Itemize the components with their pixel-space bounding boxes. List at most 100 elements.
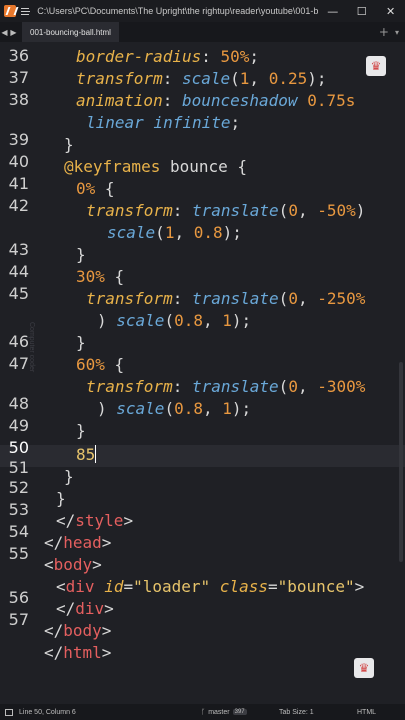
code-token: , xyxy=(202,311,223,330)
code-token: ); xyxy=(231,311,252,330)
code-token: ( xyxy=(164,399,175,418)
tab-active-file[interactable]: 001-bouncing-ball.html xyxy=(22,22,119,42)
code-token: html xyxy=(63,643,102,662)
code-token: , xyxy=(174,223,194,242)
code-line: ) scale(0.8, 1); xyxy=(97,311,251,331)
new-tab-icon[interactable]: + xyxy=(379,25,389,39)
code-token: { xyxy=(104,355,125,374)
code-token: translate xyxy=(191,201,279,220)
vertical-scrollbar[interactable] xyxy=(399,362,403,562)
code-token: ); xyxy=(231,399,252,418)
code-token: { xyxy=(95,179,115,198)
code-token: > xyxy=(123,511,134,530)
code-token: 1 xyxy=(239,69,250,88)
syntax-selector[interactable]: HTML xyxy=(357,709,397,716)
code-token: 30% xyxy=(76,267,105,286)
line-number: 56 xyxy=(8,588,29,607)
code-token: scale xyxy=(181,69,231,88)
code-line: <div id="loader" class="bounce"> xyxy=(56,577,364,597)
line-number: 50 xyxy=(8,438,29,457)
line-number: 43 xyxy=(8,240,29,259)
code-token: ) xyxy=(97,399,117,418)
code-token: @keyframes xyxy=(64,157,161,176)
code-token: > xyxy=(101,643,112,662)
code-line: 30% { xyxy=(76,267,124,287)
line-number: 57 xyxy=(8,610,29,629)
code-token: 1 xyxy=(222,311,232,330)
code-token: animation xyxy=(76,91,163,110)
code-token: ( xyxy=(278,201,289,220)
code-token: > xyxy=(104,599,114,618)
code-line: linear infinite; xyxy=(86,113,240,133)
code-token: </ xyxy=(44,533,64,552)
code-token: : xyxy=(201,47,221,66)
code-line: </body> xyxy=(44,621,111,641)
panel-toggle-icon[interactable] xyxy=(5,708,13,716)
code-token: ) xyxy=(355,201,366,220)
code-token: ) xyxy=(97,311,117,330)
code-token: > xyxy=(101,621,112,640)
code-editor[interactable]: 36 37 38 39 40 41 42 43 44 45 46 47 48 49 50 51 52 53 54 55… xyxy=(0,42,405,704)
tab-forward-icon[interactable]: ▶ xyxy=(9,28,18,37)
status-left: Line 50, Column 6 xyxy=(5,708,201,716)
code-token: < xyxy=(56,577,66,596)
code-token: , xyxy=(202,399,223,418)
maximize-button[interactable]: ☐ xyxy=(347,5,376,18)
code-token: , xyxy=(249,69,269,88)
git-branch[interactable]: ᚴ master 397 xyxy=(201,708,279,716)
code-token: ( xyxy=(230,69,240,88)
hamburger-menu-icon[interactable] xyxy=(20,7,30,15)
sublime-app-icon[interactable] xyxy=(4,5,16,17)
code-token: 1 xyxy=(222,399,232,418)
tab-back-icon[interactable]: ◀ xyxy=(0,28,9,37)
code-token: { xyxy=(104,267,125,286)
tab-size-selector[interactable]: Tab Size: 1 xyxy=(279,709,357,716)
line-number: 36 xyxy=(8,46,29,65)
status-bar: Line 50, Column 6 ᚴ master 397 Tab Size:… xyxy=(0,704,405,720)
code-token: div xyxy=(75,599,105,618)
code-token: translate xyxy=(191,377,279,396)
tab-list-icon[interactable]: ▾ xyxy=(395,28,399,37)
code-token: id xyxy=(104,577,124,596)
line-number: 52 xyxy=(8,478,29,497)
code-token: 0.8 xyxy=(174,399,203,418)
line-number: 49 xyxy=(8,416,29,435)
code-token: : xyxy=(172,377,192,396)
line-number: 46 xyxy=(8,332,29,351)
crown-icon: ♛ xyxy=(370,59,382,73)
code-line: 60% { xyxy=(76,355,124,375)
code-token: < xyxy=(44,555,54,574)
code-token: </ xyxy=(56,511,76,530)
code-token: ); xyxy=(307,69,327,88)
code-line: scale(1, 0.8); xyxy=(107,223,242,243)
code-token: scale xyxy=(116,399,165,418)
line-number: 38 xyxy=(8,90,29,109)
line-number: 37 xyxy=(8,68,29,87)
code-line: </div> xyxy=(56,599,114,619)
code-token: 0.25 xyxy=(268,69,308,88)
code-token: 60% xyxy=(76,355,105,374)
minimize-button[interactable]: — xyxy=(318,5,347,18)
code-token: -250% xyxy=(317,289,366,308)
code-line: animation: bounceshadow 0.75s xyxy=(76,91,355,111)
line-number: 44 xyxy=(8,262,29,281)
code-token: body xyxy=(63,621,102,640)
code-token: translate xyxy=(191,289,279,308)
code-token: , xyxy=(297,377,318,396)
code-token: 0 xyxy=(288,289,298,308)
code-line: </style> xyxy=(56,511,133,531)
code-line: </head> xyxy=(44,533,111,553)
code-token: } xyxy=(76,245,86,264)
close-button[interactable]: ✕ xyxy=(376,5,405,18)
code-token: ( xyxy=(278,289,289,308)
code-line: 0% { xyxy=(76,179,115,199)
code-token: transform xyxy=(76,69,163,88)
code-token: </ xyxy=(44,643,64,662)
line-number: 41 xyxy=(8,174,29,193)
cursor-position[interactable]: Line 50, Column 6 xyxy=(19,709,76,716)
line-number: 42 xyxy=(8,196,29,215)
code-token: = xyxy=(123,577,134,596)
code-line: ) scale(0.8, 1); xyxy=(97,399,251,419)
line-number: 47 xyxy=(8,354,29,373)
